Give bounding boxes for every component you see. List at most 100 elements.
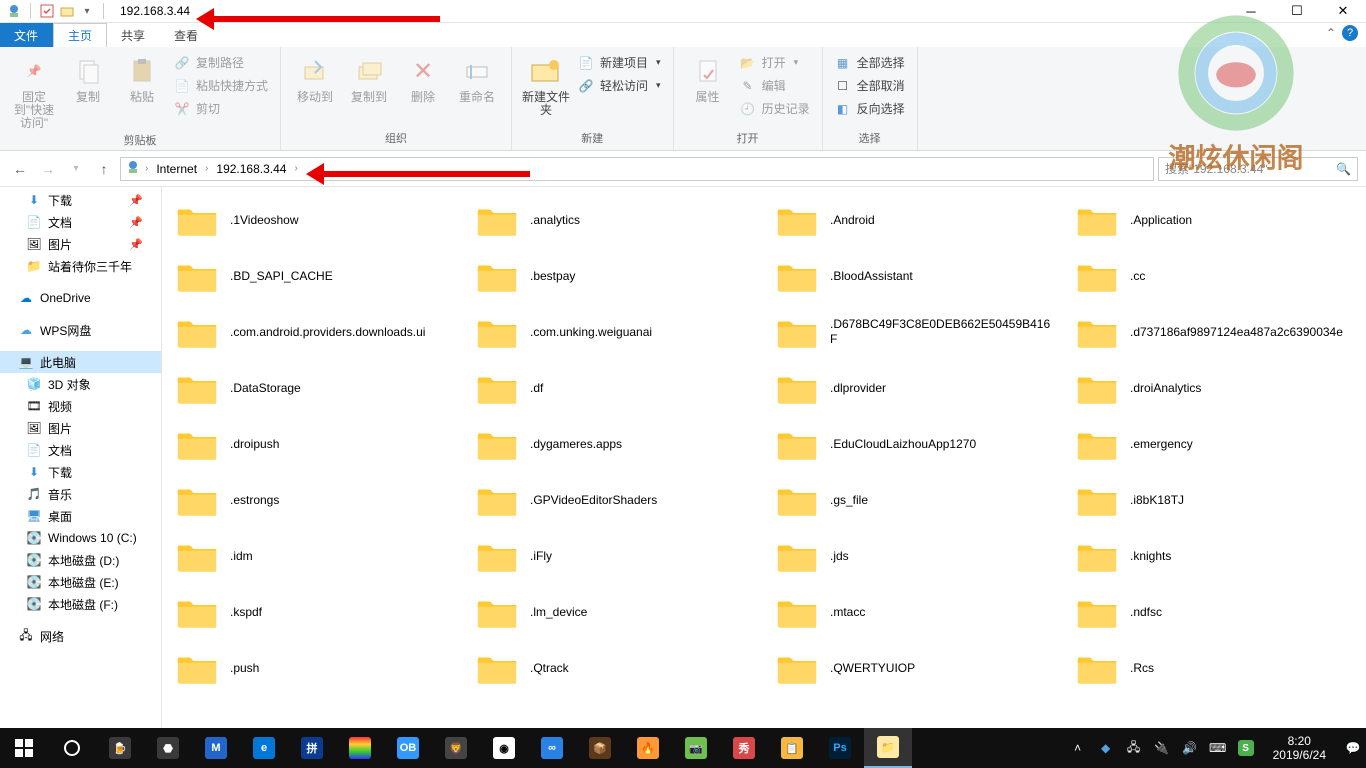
folder-item[interactable]: .DataStorage — [174, 363, 454, 413]
taskbar-chrome[interactable]: ◉ — [480, 728, 528, 768]
folder-item[interactable]: .kspdf — [174, 587, 454, 637]
ribbon-collapse-icon[interactable]: ⌃ — [1326, 26, 1336, 40]
folder-item[interactable]: .knights — [1074, 531, 1354, 581]
nav-network[interactable]: 🖧网络 — [0, 625, 161, 647]
select-none-button[interactable]: ☐全部取消 — [831, 76, 909, 95]
folder-item[interactable]: .GPVideoEditorShaders — [474, 475, 754, 525]
search-input[interactable]: 搜索"192.168.3.44" 🔍 — [1158, 157, 1358, 181]
taskbar-app[interactable]: 秀 — [720, 728, 768, 768]
move-to-button[interactable]: 移动到 — [289, 51, 341, 104]
maximize-button[interactable]: ☐ — [1274, 0, 1320, 23]
folder-item[interactable]: .emergency — [1074, 419, 1354, 469]
new-item-button[interactable]: 📄新建项目▾ — [574, 53, 665, 72]
easy-access-button[interactable]: 🔗轻松访问▾ — [574, 76, 665, 95]
folder-item[interactable]: .BloodAssistant — [774, 251, 1054, 301]
taskbar-clock[interactable]: 8:202019/6/24 — [1265, 734, 1334, 762]
copy-to-button[interactable]: 复制到 — [343, 51, 395, 104]
nav-pictures-2[interactable]: 🖼图片 — [0, 417, 161, 439]
nav-downloads-2[interactable]: ⬇下载 — [0, 461, 161, 483]
history-button[interactable]: 🕘历史记录 — [736, 99, 814, 118]
paste-button[interactable]: 粘贴 — [116, 51, 168, 104]
tray-overflow-icon[interactable]: ˄ — [1069, 739, 1087, 757]
folder-item[interactable]: .com.unking.weiguanai — [474, 307, 754, 357]
folder-item[interactable]: .push — [174, 643, 454, 693]
nav-documents[interactable]: 📄文档📌 — [0, 211, 161, 233]
folder-item[interactable]: .jds — [774, 531, 1054, 581]
tab-share[interactable]: 共享 — [107, 23, 160, 47]
properties-button[interactable]: 属性 — [682, 51, 734, 104]
qat-properties-icon[interactable] — [39, 3, 55, 19]
taskbar-photoshop[interactable]: Ps — [816, 728, 864, 768]
folder-item[interactable]: .d737186af9897124ea487a2c6390034e — [1074, 307, 1354, 357]
help-icon[interactable]: ? — [1342, 25, 1358, 41]
nav-documents-2[interactable]: 📄文档 — [0, 439, 161, 461]
nav-drive-c[interactable]: 💽Windows 10 (C:) — [0, 527, 161, 549]
copy-path-button[interactable]: 🔗复制路径 — [170, 53, 272, 72]
taskbar-edge[interactable]: e — [240, 728, 288, 768]
breadcrumb-current[interactable]: 192.168.3.44 — [212, 162, 290, 176]
nav-drive-f[interactable]: 💽本地磁盘 (F:) — [0, 593, 161, 615]
folder-item[interactable]: .1Videoshow — [174, 195, 454, 245]
folder-item[interactable]: .EduCloudLaizhouApp1270 — [774, 419, 1054, 469]
folder-item[interactable]: .Android — [774, 195, 1054, 245]
new-folder-button[interactable]: 新建文件夹 — [520, 51, 572, 117]
folder-item[interactable]: .idm — [174, 531, 454, 581]
tab-view[interactable]: 查看 — [160, 23, 213, 47]
taskbar-app[interactable]: ⬣ — [144, 728, 192, 768]
nav-downloads[interactable]: ⬇下载📌 — [0, 189, 161, 211]
taskbar-app[interactable] — [336, 728, 384, 768]
qat-new-folder-icon[interactable] — [59, 3, 75, 19]
close-button[interactable]: ✕ — [1320, 0, 1366, 23]
folder-item[interactable]: .com.android.providers.downloads.ui — [174, 307, 454, 357]
folder-item[interactable]: .i8bK18TJ — [1074, 475, 1354, 525]
invert-selection-button[interactable]: ◧反向选择 — [831, 99, 909, 118]
nav-pictures[interactable]: 🖼图片📌 — [0, 233, 161, 255]
nav-wps[interactable]: ☁WPS网盘 — [0, 319, 161, 341]
nav-onedrive[interactable]: ☁OneDrive — [0, 287, 161, 309]
nav-videos[interactable]: 🎞视频 — [0, 395, 161, 417]
taskbar-app[interactable]: OB — [384, 728, 432, 768]
tray-battery-icon[interactable]: 🔌 — [1153, 739, 1171, 757]
copy-button[interactable]: 复制 — [62, 51, 114, 104]
tray-app-icon[interactable]: ◆ — [1097, 739, 1115, 757]
qat-dropdown-icon[interactable]: ▾ — [79, 3, 95, 19]
tray-sogou-icon[interactable]: S — [1237, 739, 1255, 757]
folder-item[interactable]: .dygameres.apps — [474, 419, 754, 469]
rename-button[interactable]: 重命名 — [451, 51, 503, 104]
tray-volume-icon[interactable]: 🔊 — [1181, 739, 1199, 757]
nav-custom-folder[interactable]: 📁站着待你三千年 — [0, 255, 161, 277]
back-button[interactable]: ← — [8, 157, 32, 181]
taskbar-app[interactable]: 拼 — [288, 728, 336, 768]
nav-this-pc[interactable]: 💻此电脑 — [0, 351, 161, 373]
folder-item[interactable]: .mtacc — [774, 587, 1054, 637]
nav-3d-objects[interactable]: 🧊3D 对象 — [0, 373, 161, 395]
folder-item[interactable]: .QWERTYUIOP — [774, 643, 1054, 693]
nav-drive-d[interactable]: 💽本地磁盘 (D:) — [0, 549, 161, 571]
folder-item[interactable]: .Rcs — [1074, 643, 1354, 693]
minimize-button[interactable]: ─ — [1228, 0, 1274, 23]
breadcrumb-internet[interactable]: Internet — [152, 162, 201, 176]
folder-item[interactable]: .BD_SAPI_CACHE — [174, 251, 454, 301]
chevron-right-icon[interactable]: › — [145, 163, 148, 174]
folder-item[interactable]: .droipush — [174, 419, 454, 469]
folder-item[interactable]: .Qtrack — [474, 643, 754, 693]
taskbar-explorer[interactable]: 📁 — [864, 728, 912, 768]
tab-file[interactable]: 文件 — [0, 23, 53, 47]
folder-item[interactable]: .cc — [1074, 251, 1354, 301]
notifications-icon[interactable]: 💬 — [1344, 739, 1362, 757]
navigation-pane[interactable]: ⬇下载📌 📄文档📌 🖼图片📌 📁站着待你三千年 ☁OneDrive ☁WPS网盘… — [0, 187, 162, 742]
nav-desktop[interactable]: 🖥桌面 — [0, 505, 161, 527]
tab-home[interactable]: 主页 — [53, 23, 107, 47]
folder-item[interactable]: .Application — [1074, 195, 1354, 245]
taskbar-app[interactable]: 📦 — [576, 728, 624, 768]
address-bar[interactable]: › Internet › 192.168.3.44 › — [120, 157, 1154, 181]
cortana-button[interactable] — [48, 728, 96, 768]
folder-item[interactable]: .dlprovider — [774, 363, 1054, 413]
taskbar-app[interactable]: 🍺 — [96, 728, 144, 768]
taskbar-app[interactable]: 📋 — [768, 728, 816, 768]
folder-item[interactable]: .lm_device — [474, 587, 754, 637]
taskbar-app[interactable]: M — [192, 728, 240, 768]
open-button[interactable]: 📂打开▾ — [736, 53, 814, 72]
folder-item[interactable]: .bestpay — [474, 251, 754, 301]
tray-network-icon[interactable]: 🖧 — [1125, 739, 1143, 757]
